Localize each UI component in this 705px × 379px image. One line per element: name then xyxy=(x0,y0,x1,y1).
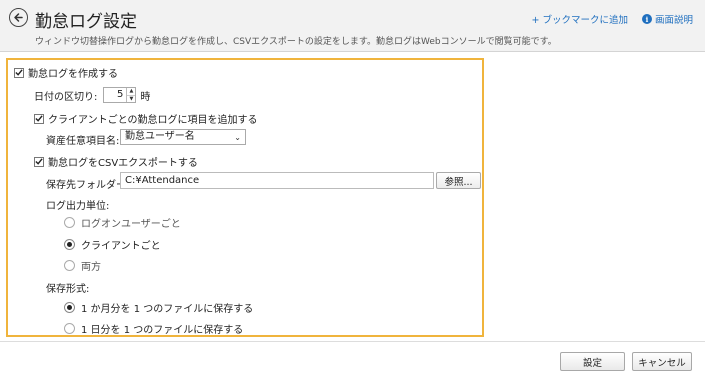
add-client-item-row[interactable]: クライアントごとの勤怠ログに項目を追加する xyxy=(34,111,258,126)
csv-export-label: 勤怠ログをCSVエクスポートする xyxy=(48,158,198,169)
day-boundary-row: 日付の区切り: 5 ▲ ▼ 時 xyxy=(34,87,150,103)
output-unit-option-label: 両方 xyxy=(81,262,101,273)
radio-button[interactable] xyxy=(64,217,75,228)
help-link[interactable]: i 画面説明 xyxy=(641,12,693,26)
checkmark-icon xyxy=(35,115,43,122)
spinner-down-icon[interactable]: ▼ xyxy=(127,96,135,103)
output-unit-option-label: ログオンユーザーごと xyxy=(81,219,181,230)
ok-button[interactable]: 設定 xyxy=(560,352,625,371)
page-header: 勤怠ログ設定 ウィンドウ切替操作ログから勤怠ログを作成し、CSVエクスポートの設… xyxy=(0,0,705,52)
save-folder-label: 保存先フォルダー xyxy=(46,180,126,191)
settings-panel: 勤怠ログを作成する 日付の区切り: 5 ▲ ▼ 時 クライアントごとの勤怠ログに… xyxy=(6,58,484,337)
day-boundary-label: 日付の区切り: xyxy=(34,91,98,103)
csv-export-row[interactable]: 勤怠ログをCSVエクスポートする xyxy=(34,154,198,169)
asset-item-select[interactable]: 勤怠ユーザー名 ⌄ xyxy=(120,129,246,145)
asset-item-selected: 勤怠ユーザー名 xyxy=(125,131,195,142)
output-unit-option-both[interactable]: 両方 xyxy=(64,258,101,273)
create-log-label: 勤怠ログを作成する xyxy=(28,69,118,80)
browse-button[interactable]: 参照... xyxy=(436,172,481,189)
page-title: 勤怠ログ設定 xyxy=(35,12,137,32)
help-link-label: 画面説明 xyxy=(654,15,693,26)
radio-button[interactable] xyxy=(64,323,75,334)
arrow-left-icon xyxy=(14,13,23,22)
output-unit-option-user[interactable]: ログオンユーザーごと xyxy=(64,215,181,230)
output-unit-option-client[interactable]: クライアントごと xyxy=(64,237,161,252)
save-format-option-label: 1 日分を 1 つのファイルに保存する xyxy=(81,325,244,336)
spinner-up-icon[interactable]: ▲ xyxy=(127,88,136,96)
asset-item-label: 資産任意項目名: xyxy=(46,136,120,147)
day-boundary-unit: 時 xyxy=(140,91,151,103)
radio-button[interactable] xyxy=(64,260,75,271)
create-log-row[interactable]: 勤怠ログを作成する xyxy=(14,65,118,80)
radio-button-checked[interactable] xyxy=(64,239,75,250)
save-folder-input[interactable]: C:¥Attendance xyxy=(120,172,434,189)
radio-button-checked[interactable] xyxy=(64,302,75,313)
create-log-checkbox[interactable] xyxy=(14,67,24,78)
page-description: ウィンドウ切替操作ログから勤怠ログを作成し、CSVエクスポートの設定をします。勤… xyxy=(35,37,557,47)
footer-divider xyxy=(0,341,705,342)
bookmark-link[interactable]: + ブックマークに追加 xyxy=(532,12,628,26)
output-unit-option-label: クライアントごと xyxy=(81,241,161,252)
checkmark-icon xyxy=(35,158,43,165)
back-button[interactable] xyxy=(9,8,28,27)
cancel-button[interactable]: キャンセル xyxy=(632,352,692,371)
add-client-item-checkbox[interactable] xyxy=(34,113,44,124)
output-unit-label-row: ログ出力単位: xyxy=(46,197,109,212)
day-boundary-spinner[interactable]: 5 ▲ ▼ xyxy=(103,87,137,103)
output-unit-label: ログ出力単位: xyxy=(46,201,110,212)
save-format-label-row: 保存形式: xyxy=(46,280,89,295)
save-format-option-month[interactable]: 1 か月分を 1 つのファイルに保存する xyxy=(64,300,253,315)
checkmark-icon xyxy=(15,69,23,76)
save-format-option-label: 1 か月分を 1 つのファイルに保存する xyxy=(81,304,254,315)
csv-export-checkbox[interactable] xyxy=(34,156,44,167)
day-boundary-value[interactable]: 5 xyxy=(104,88,126,102)
asset-item-label-row: 資産任意項目名: xyxy=(46,132,119,147)
chevron-down-icon: ⌄ xyxy=(234,133,241,142)
info-icon: i xyxy=(641,14,652,24)
add-client-item-label: クライアントごとの勤怠ログに項目を追加する xyxy=(48,115,258,126)
save-format-label: 保存形式: xyxy=(46,284,90,295)
save-format-option-day[interactable]: 1 日分を 1 つのファイルに保存する xyxy=(64,321,243,336)
